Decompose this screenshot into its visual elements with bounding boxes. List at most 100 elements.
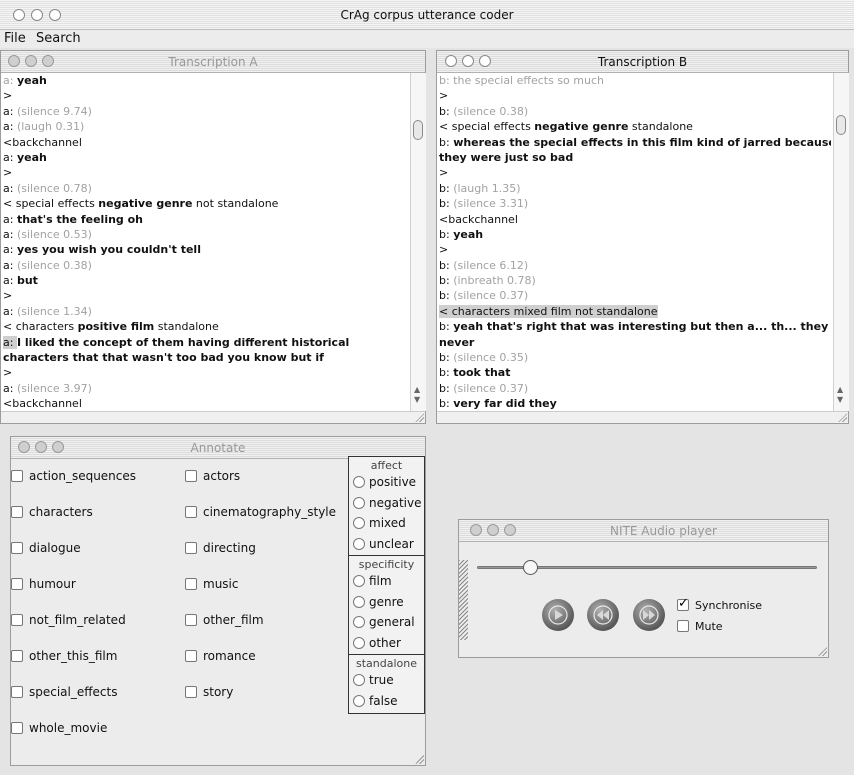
synchronise-checkbox-row[interactable]: Synchronise (677, 596, 762, 615)
radio-negative[interactable]: negative (353, 496, 421, 510)
category-checkbox[interactable] (185, 650, 197, 662)
category-checkbox[interactable] (11, 650, 23, 662)
utterance-line[interactable]: b: (silence 0.37) (439, 381, 831, 396)
category-humour[interactable]: humour (11, 577, 76, 593)
utterance-line[interactable]: b: whereas the special effects in this f… (439, 135, 831, 150)
utterance-line[interactable]: b: (silence 0.37) (439, 288, 831, 303)
category-characters[interactable]: characters (11, 505, 93, 521)
utterance-line[interactable]: never (439, 335, 831, 350)
radio-button[interactable] (353, 616, 365, 628)
radio-genre[interactable]: genre (353, 595, 404, 609)
resize-grip-icon[interactable] (415, 755, 424, 764)
radio-other[interactable]: other (353, 636, 401, 650)
category-not-film-related[interactable]: not_film_related (11, 613, 126, 629)
utterance-line[interactable]: a: (silence 0.78) (3, 181, 408, 196)
category-special-effects[interactable]: special_effects (11, 685, 117, 701)
utterance-line[interactable]: b: (inbreath 0.78) (439, 273, 831, 288)
category-checkbox[interactable] (185, 506, 197, 518)
radio-button[interactable] (353, 674, 365, 686)
utterance-line[interactable]: b: (silence 0.38) (439, 104, 831, 119)
transcription-b-scrollbar[interactable]: ▲ ▼ (833, 73, 849, 411)
menu-file[interactable]: File (4, 31, 26, 46)
resize-handle[interactable] (459, 560, 468, 640)
transcription-a-text[interactable]: a: yeah > a: (silence 9.74) a: (laugh 0.31)… (3, 73, 408, 411)
synchronise-checkbox[interactable] (677, 596, 689, 611)
menu-search[interactable]: Search (36, 31, 81, 46)
rewind-button[interactable] (587, 599, 619, 631)
utterance-line[interactable]: b: (silence 3.31) (439, 196, 831, 211)
category-story[interactable]: story (185, 685, 233, 701)
radio-mixed[interactable]: mixed (353, 516, 406, 530)
category-action-sequences[interactable]: action_sequences (11, 469, 136, 485)
utterance-line[interactable]: a: that's the feeling oh (3, 212, 408, 227)
category-actors[interactable]: actors (185, 469, 240, 485)
radio-button[interactable] (353, 636, 365, 649)
transcription-a-title-bar[interactable]: Transcription A (1, 51, 425, 73)
category-checkbox[interactable] (11, 506, 23, 518)
utterance-line[interactable]: < special effects negative genre standal… (439, 119, 831, 134)
radio-false[interactable]: false (353, 694, 398, 708)
utterance-line[interactable]: a: (silence 1.34) (3, 304, 408, 319)
radio-button[interactable] (353, 537, 365, 550)
category-other-film[interactable]: other_film (185, 613, 264, 629)
category-other-this-film[interactable]: other_this_film (11, 649, 117, 665)
category-checkbox[interactable] (11, 614, 23, 626)
position-slider-knob[interactable] (523, 560, 538, 575)
radio-general[interactable]: general (353, 615, 415, 629)
scroll-down-icon[interactable]: ▼ (837, 396, 843, 404)
scroll-thumb[interactable] (836, 115, 846, 135)
utterance-line[interactable]: <backchannel (439, 212, 831, 227)
transcription-b-title-bar[interactable]: Transcription B (437, 51, 848, 73)
category-checkbox[interactable] (185, 470, 197, 482)
fast-forward-button[interactable] (633, 599, 665, 631)
utterance-line[interactable]: <backchannel (3, 135, 408, 150)
utterance-line[interactable]: b: very far did they (439, 396, 831, 411)
transcription-b-text[interactable]: b: the special effects so much > b: (silen… (439, 73, 831, 411)
category-romance[interactable]: romance (185, 649, 256, 665)
radio-button[interactable] (353, 694, 365, 707)
category-checkbox[interactable] (11, 542, 23, 554)
radio-unclear[interactable]: unclear (353, 537, 414, 551)
mute-checkbox-row[interactable]: Mute (677, 620, 723, 636)
utterance-line[interactable]: b: (silence 0.35) (439, 350, 831, 365)
utterance-line[interactable]: a: (silence 0.53) (3, 227, 408, 242)
utterance-line[interactable]: b: yeah that's right that was interestin… (439, 319, 831, 334)
utterance-line[interactable]: < characters mixed film not standalone (439, 304, 831, 319)
utterance-line[interactable]: > (439, 88, 831, 103)
utterance-line[interactable]: > (3, 365, 408, 380)
utterance-line[interactable]: b: yeah (439, 227, 831, 242)
transcription-a-scrollbar[interactable]: ▲ ▼ (410, 73, 426, 411)
scroll-up-icon[interactable]: ▲ (414, 386, 420, 394)
utterance-line[interactable]: <backchannel (3, 396, 408, 411)
utterance-line[interactable]: a: (silence 0.38) (3, 258, 408, 273)
utterance-line[interactable]: b: (laugh 1.35) (439, 181, 831, 196)
category-checkbox[interactable] (11, 470, 23, 482)
category-directing[interactable]: directing (185, 541, 256, 557)
utterance-line[interactable]: b: (silence 6.12) (439, 258, 831, 273)
category-checkbox[interactable] (11, 722, 23, 734)
play-button[interactable] (542, 599, 574, 631)
utterance-line[interactable]: a: (silence 3.97) (3, 381, 408, 396)
radio-button[interactable] (353, 595, 365, 608)
audio-player-title-bar[interactable]: NITE Audio player (459, 520, 828, 542)
utterance-line[interactable]: < special effects negative genre not sta… (3, 196, 408, 211)
radio-positive[interactable]: positive (353, 475, 416, 489)
scroll-up-icon[interactable]: ▲ (837, 386, 843, 394)
radio-button[interactable] (353, 496, 365, 509)
category-cinematography-style[interactable]: cinematography_style (185, 505, 336, 521)
category-checkbox[interactable] (185, 614, 197, 626)
resize-grip-icon[interactable] (838, 413, 847, 422)
utterance-line[interactable]: > (3, 88, 408, 103)
category-checkbox[interactable] (185, 686, 197, 698)
scroll-down-icon[interactable]: ▼ (414, 396, 420, 404)
utterance-line[interactable]: a: yeah (3, 73, 408, 88)
utterance-line[interactable]: < characters positive film standalone (3, 319, 408, 334)
category-music[interactable]: music (185, 577, 238, 593)
utterance-line[interactable]: a: (silence 9.74) (3, 104, 408, 119)
mute-checkbox[interactable] (677, 620, 689, 632)
category-dialogue[interactable]: dialogue (11, 541, 81, 557)
utterance-line[interactable]: a: (laugh 0.31) (3, 119, 408, 134)
utterance-line[interactable]: b: took that (439, 365, 831, 380)
radio-button[interactable] (353, 517, 365, 529)
utterance-line[interactable]: > (439, 165, 831, 180)
